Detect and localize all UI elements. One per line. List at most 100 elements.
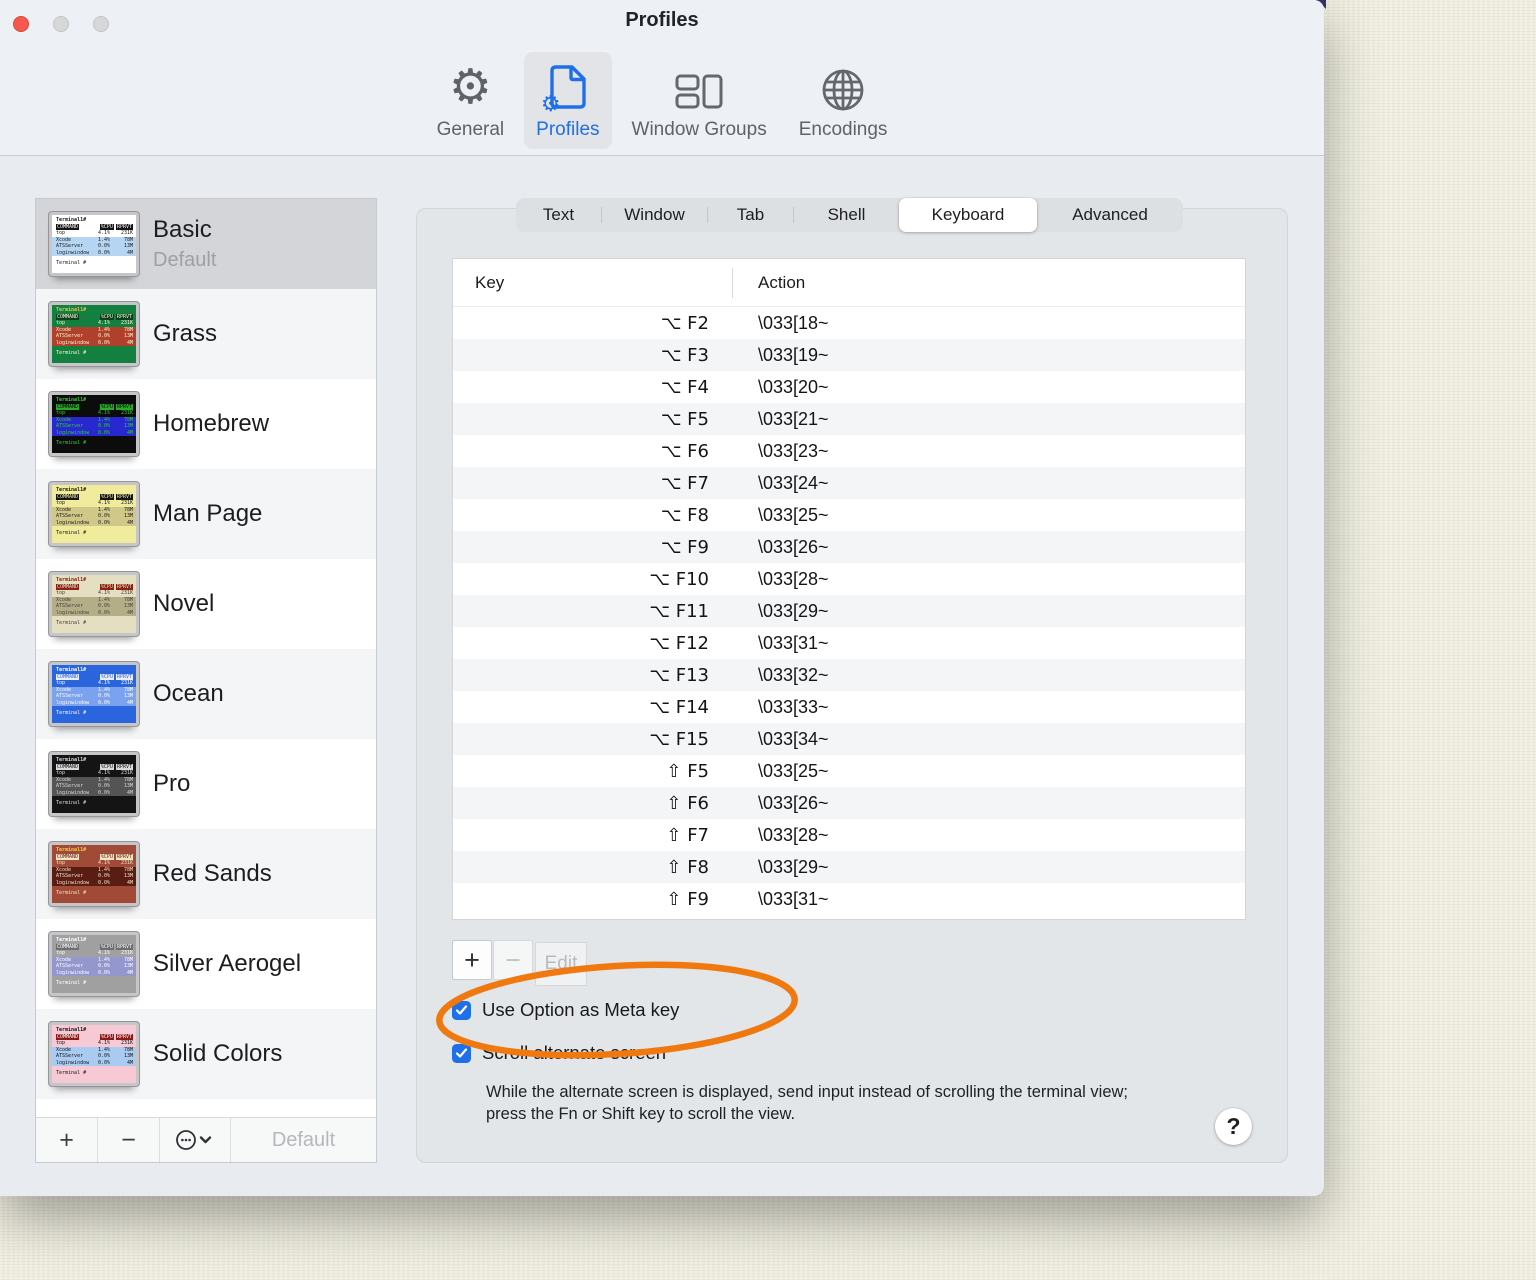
tab-keyboard[interactable]: Keyboard <box>899 198 1037 232</box>
profile-row-grass[interactable]: Terminal1# COMMAND %CPU RPRVT top 4.1% 231K Xco… <box>36 289 376 379</box>
key-cell: ⇧ F9 <box>666 888 709 910</box>
remove-key-button[interactable]: − <box>493 940 533 980</box>
desktop-background: Profiles ⚙ General ⚙ Profiles Window Groups E… <box>0 0 1536 1280</box>
toolbar-item-label: Profiles <box>536 119 600 140</box>
checkbox-row-scroll-alternate-screen: Scroll alternate screen <box>452 1042 679 1064</box>
check-icon <box>455 1047 468 1058</box>
column-header-key[interactable]: Key <box>453 273 504 293</box>
window-title: Profiles <box>625 9 699 31</box>
table-row[interactable]: ⌥ F2 \033[18~ <box>453 307 1245 339</box>
column-divider[interactable] <box>732 268 733 298</box>
profile-row-man-page[interactable]: Terminal1# COMMAND %CPU RPRVT top 4.1% 231K Xco… <box>36 469 376 559</box>
action-cell: \033[26~ <box>758 536 829 557</box>
action-cell: \033[31~ <box>758 888 829 909</box>
tab-shell[interactable]: Shell <box>794 198 899 232</box>
checkbox-scroll-alternate-screen[interactable] <box>452 1043 471 1063</box>
profile-row-red-sands[interactable]: Terminal1# COMMAND %CPU RPRVT top 4.1% 231K Xco… <box>36 829 376 919</box>
table-row[interactable]: ⌥ F14 \033[33~ <box>453 691 1245 723</box>
column-header-action[interactable]: Action <box>758 273 805 293</box>
profile-name: Novel <box>153 590 215 617</box>
checkbox-row-use-option-as-meta-key: Use Option as Meta key <box>452 999 679 1021</box>
key-cell: ⌥ F10 <box>649 568 709 590</box>
table-row[interactable]: ⌥ F5 \033[21~ <box>453 403 1245 435</box>
tab-window[interactable]: Window <box>602 198 707 232</box>
profile-row-solid-colors[interactable]: Terminal1# COMMAND %CPU RPRVT top 4.1% 231K Xco… <box>36 1009 376 1099</box>
toolbar-item-encodings[interactable]: Encodings <box>787 52 900 149</box>
key-cell: ⌥ F8 <box>660 504 709 526</box>
table-row[interactable]: ⌥ F11 \033[29~ <box>453 595 1245 627</box>
table-row[interactable]: ⌥ F15 \033[34~ <box>453 723 1245 755</box>
toolbar-item-profiles[interactable]: ⚙ Profiles <box>524 52 612 149</box>
profile-row-silver-aerogel[interactable]: Terminal1# COMMAND %CPU RPRVT top 4.1% 231K Xco… <box>36 919 376 1009</box>
action-cell: \033[29~ <box>758 856 829 877</box>
profile-text: Ocean <box>153 680 224 708</box>
toolbar-item-label: General <box>436 119 505 140</box>
table-row[interactable]: ⇧ F8 \033[29~ <box>453 851 1245 883</box>
table-row[interactable]: ⇧ F7 \033[28~ <box>453 819 1245 851</box>
table-row[interactable]: ⌥ F12 \033[31~ <box>453 627 1245 659</box>
table-row[interactable]: ⇧ F5 \033[25~ <box>453 755 1245 787</box>
key-cell: ⌥ F14 <box>649 696 709 718</box>
action-cell: \033[20~ <box>758 376 829 397</box>
table-row[interactable]: ⌥ F10 \033[28~ <box>453 563 1245 595</box>
table-row[interactable]: ⌥ F3 \033[19~ <box>453 339 1245 371</box>
globe-icon <box>822 69 864 111</box>
table-row[interactable]: ⌥ F6 \033[23~ <box>453 435 1245 467</box>
check-icon <box>455 1004 468 1015</box>
profile-text: Basic Default <box>153 216 216 272</box>
toolbar-item-label: Encodings <box>798 119 888 140</box>
action-cell: \033[29~ <box>758 600 829 621</box>
more-options-button[interactable] <box>160 1118 231 1162</box>
tab-tab[interactable]: Tab <box>708 198 793 232</box>
tab-bar: Text Window Tab Shell Keyboard Advanced <box>516 198 1183 232</box>
profile-thumbnail: Terminal1# COMMAND %CPU RPRVT top 4.1% 231K Xco… <box>49 842 139 906</box>
remove-profile-button[interactable]: − <box>98 1118 160 1162</box>
keyboard-shortcut-table: Key Action ⌥ F2 \033[18~ ⌥ F3 \033[19~ ⌥ F4 \… <box>452 258 1246 920</box>
profile-row-pro[interactable]: Terminal1# COMMAND %CPU RPRVT top 4.1% 231K Xco… <box>36 739 376 829</box>
checkbox-area: Use Option as Meta key Scroll alternate s… <box>452 999 679 1064</box>
checkbox-label: Use Option as Meta key <box>482 999 680 1020</box>
ellipsis-circle-icon <box>176 1130 212 1150</box>
profile-thumbnail: Terminal1# COMMAND %CPU RPRVT top 4.1% 231K Xco… <box>49 572 139 636</box>
table-header: Key Action <box>453 259 1245 307</box>
add-profile-button[interactable]: + <box>36 1118 98 1162</box>
profile-row-basic[interactable]: Terminal1# COMMAND %CPU RPRVT top 4.1% 231K Xco… <box>36 199 376 289</box>
table-row[interactable]: ⌥ F9 \033[26~ <box>453 531 1245 563</box>
tab-text[interactable]: Text <box>516 198 601 232</box>
profile-name: Red Sands <box>153 860 272 887</box>
profile-thumbnail: Terminal1# COMMAND %CPU RPRVT top 4.1% 231K Xco… <box>49 212 139 276</box>
profile-row-ocean[interactable]: Terminal1# COMMAND %CPU RPRVT top 4.1% 231K Xco… <box>36 649 376 739</box>
profile-thumbnail: Terminal1# COMMAND %CPU RPRVT top 4.1% 231K Xco… <box>49 1022 139 1086</box>
table-row[interactable]: ⇧ F6 \033[26~ <box>453 787 1245 819</box>
table-row[interactable]: ⌥ F13 \033[32~ <box>453 659 1245 691</box>
action-cell: \033[23~ <box>758 440 829 461</box>
checkbox-use-option-as-meta-key[interactable] <box>452 1000 471 1020</box>
key-cell: ⇧ F5 <box>666 760 709 782</box>
key-cell: ⌥ F9 <box>660 536 709 558</box>
profile-row-homebrew[interactable]: Terminal1# COMMAND %CPU RPRVT top 4.1% 231K Xco… <box>36 379 376 469</box>
toolbar-item-label: Window Groups <box>631 119 767 140</box>
profile-name: Grass <box>153 320 218 347</box>
toolbar-item-window-groups[interactable]: Window Groups <box>620 52 779 149</box>
action-cell: \033[21~ <box>758 408 829 429</box>
edit-key-button[interactable]: Edit <box>535 942 587 986</box>
toolbar-item-general[interactable]: ⚙ General <box>425 52 517 149</box>
profile-row-novel[interactable]: Terminal1# COMMAND %CPU RPRVT top 4.1% 231K Xco… <box>36 559 376 649</box>
profile-name: Basic <box>153 216 212 243</box>
table-row[interactable]: ⌥ F4 \033[20~ <box>453 371 1245 403</box>
set-default-button[interactable]: Default <box>231 1118 376 1162</box>
key-cell: ⌥ F3 <box>660 344 709 366</box>
action-cell: \033[28~ <box>758 568 829 589</box>
table-row[interactable]: ⇧ F9 \033[31~ <box>453 883 1245 915</box>
table-row[interactable]: ⌥ F7 \033[24~ <box>453 467 1245 499</box>
table-rows: ⌥ F2 \033[18~ ⌥ F3 \033[19~ ⌥ F4 \033[20~ ⌥ F5… <box>453 307 1245 915</box>
sidebar-actions: + − Default <box>36 1117 376 1162</box>
help-button[interactable]: ? <box>1215 1108 1252 1145</box>
table-row[interactable]: ⌥ F8 \033[25~ <box>453 499 1245 531</box>
tab-advanced[interactable]: Advanced <box>1037 198 1183 232</box>
add-key-button[interactable]: + <box>452 940 492 980</box>
profile-text: Man Page <box>153 500 262 528</box>
key-cell: ⌥ F2 <box>660 312 709 334</box>
key-cell: ⌥ F4 <box>660 376 709 398</box>
chevron-down-icon <box>199 1136 212 1144</box>
